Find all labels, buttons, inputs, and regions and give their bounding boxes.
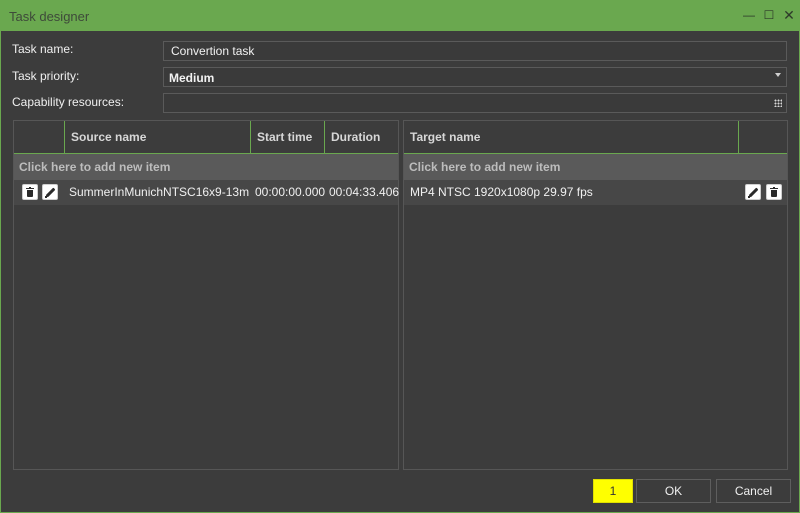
edit-source-button[interactable]	[42, 184, 58, 200]
target-name-header[interactable]: Target name	[404, 121, 738, 153]
delete-source-button[interactable]	[22, 184, 38, 200]
task-name-input[interactable]	[164, 42, 786, 60]
start-time-header[interactable]: Start time	[250, 121, 324, 153]
table-row[interactable]: MP4 NTSC 1920x1080p 29.97 fps	[404, 180, 787, 205]
cancel-button[interactable]: Cancel	[716, 479, 791, 503]
capability-resources-field[interactable]	[163, 93, 787, 113]
source-actions-header	[14, 121, 64, 153]
ok-button[interactable]: OK	[636, 479, 711, 503]
table-row[interactable]: SummerInMunichNTSC16x9-13ml 00:00:00.000…	[14, 180, 399, 205]
task-name-field-box	[163, 41, 787, 61]
source-name-header[interactable]: Source name	[64, 121, 250, 153]
grid-icon[interactable]	[774, 99, 782, 107]
task-designer-window: Task designer — ☐ ✕ Task name: Task prio…	[0, 0, 800, 513]
edit-target-button[interactable]	[745, 184, 761, 200]
target-add-item-row[interactable]: Click here to add new item	[404, 154, 787, 180]
title-bar[interactable]: Task designer — ☐ ✕	[1, 1, 799, 31]
target-list-header: Target name	[404, 121, 787, 154]
close-icon[interactable]: ✕	[781, 7, 797, 23]
task-priority-value: Medium	[169, 71, 215, 85]
delete-target-button[interactable]	[766, 184, 782, 200]
duration-header[interactable]: Duration	[324, 121, 398, 153]
chevron-down-icon[interactable]	[775, 73, 781, 77]
source-list-panel: Source name Start time Duration Click he…	[13, 120, 399, 470]
capability-resources-label: Capability resources:	[12, 95, 125, 109]
duration-cell: 00:04:33.406	[329, 185, 399, 199]
pencil-icon	[748, 187, 759, 198]
maximize-icon[interactable]: ☐	[761, 7, 777, 23]
window-title: Task designer	[9, 9, 90, 24]
task-priority-label: Task priority:	[12, 69, 80, 83]
source-add-item-row[interactable]: Click here to add new item	[14, 154, 398, 180]
pencil-icon	[45, 187, 56, 198]
target-actions-header	[738, 121, 787, 153]
trash-body	[771, 190, 777, 197]
trash-lid	[26, 188, 34, 189]
trash-lid	[770, 188, 778, 189]
trash-body	[27, 190, 33, 197]
source-list-header: Source name Start time Duration	[14, 121, 398, 154]
minimize-icon[interactable]: —	[741, 7, 757, 23]
pencil-tip	[45, 196, 47, 198]
source-name-cell: SummerInMunichNTSC16x9-13ml	[69, 185, 249, 199]
start-time-cell: 00:00:00.000	[255, 185, 325, 199]
target-name-cell: MP4 NTSC 1920x1080p 29.97 fps	[410, 185, 593, 199]
count-badge: 1	[593, 479, 633, 503]
task-priority-select[interactable]: Medium	[163, 67, 787, 87]
target-list-panel: Target name Click here to add new item M…	[403, 120, 788, 470]
task-name-label: Task name:	[12, 42, 74, 56]
pencil-tip	[748, 196, 750, 198]
